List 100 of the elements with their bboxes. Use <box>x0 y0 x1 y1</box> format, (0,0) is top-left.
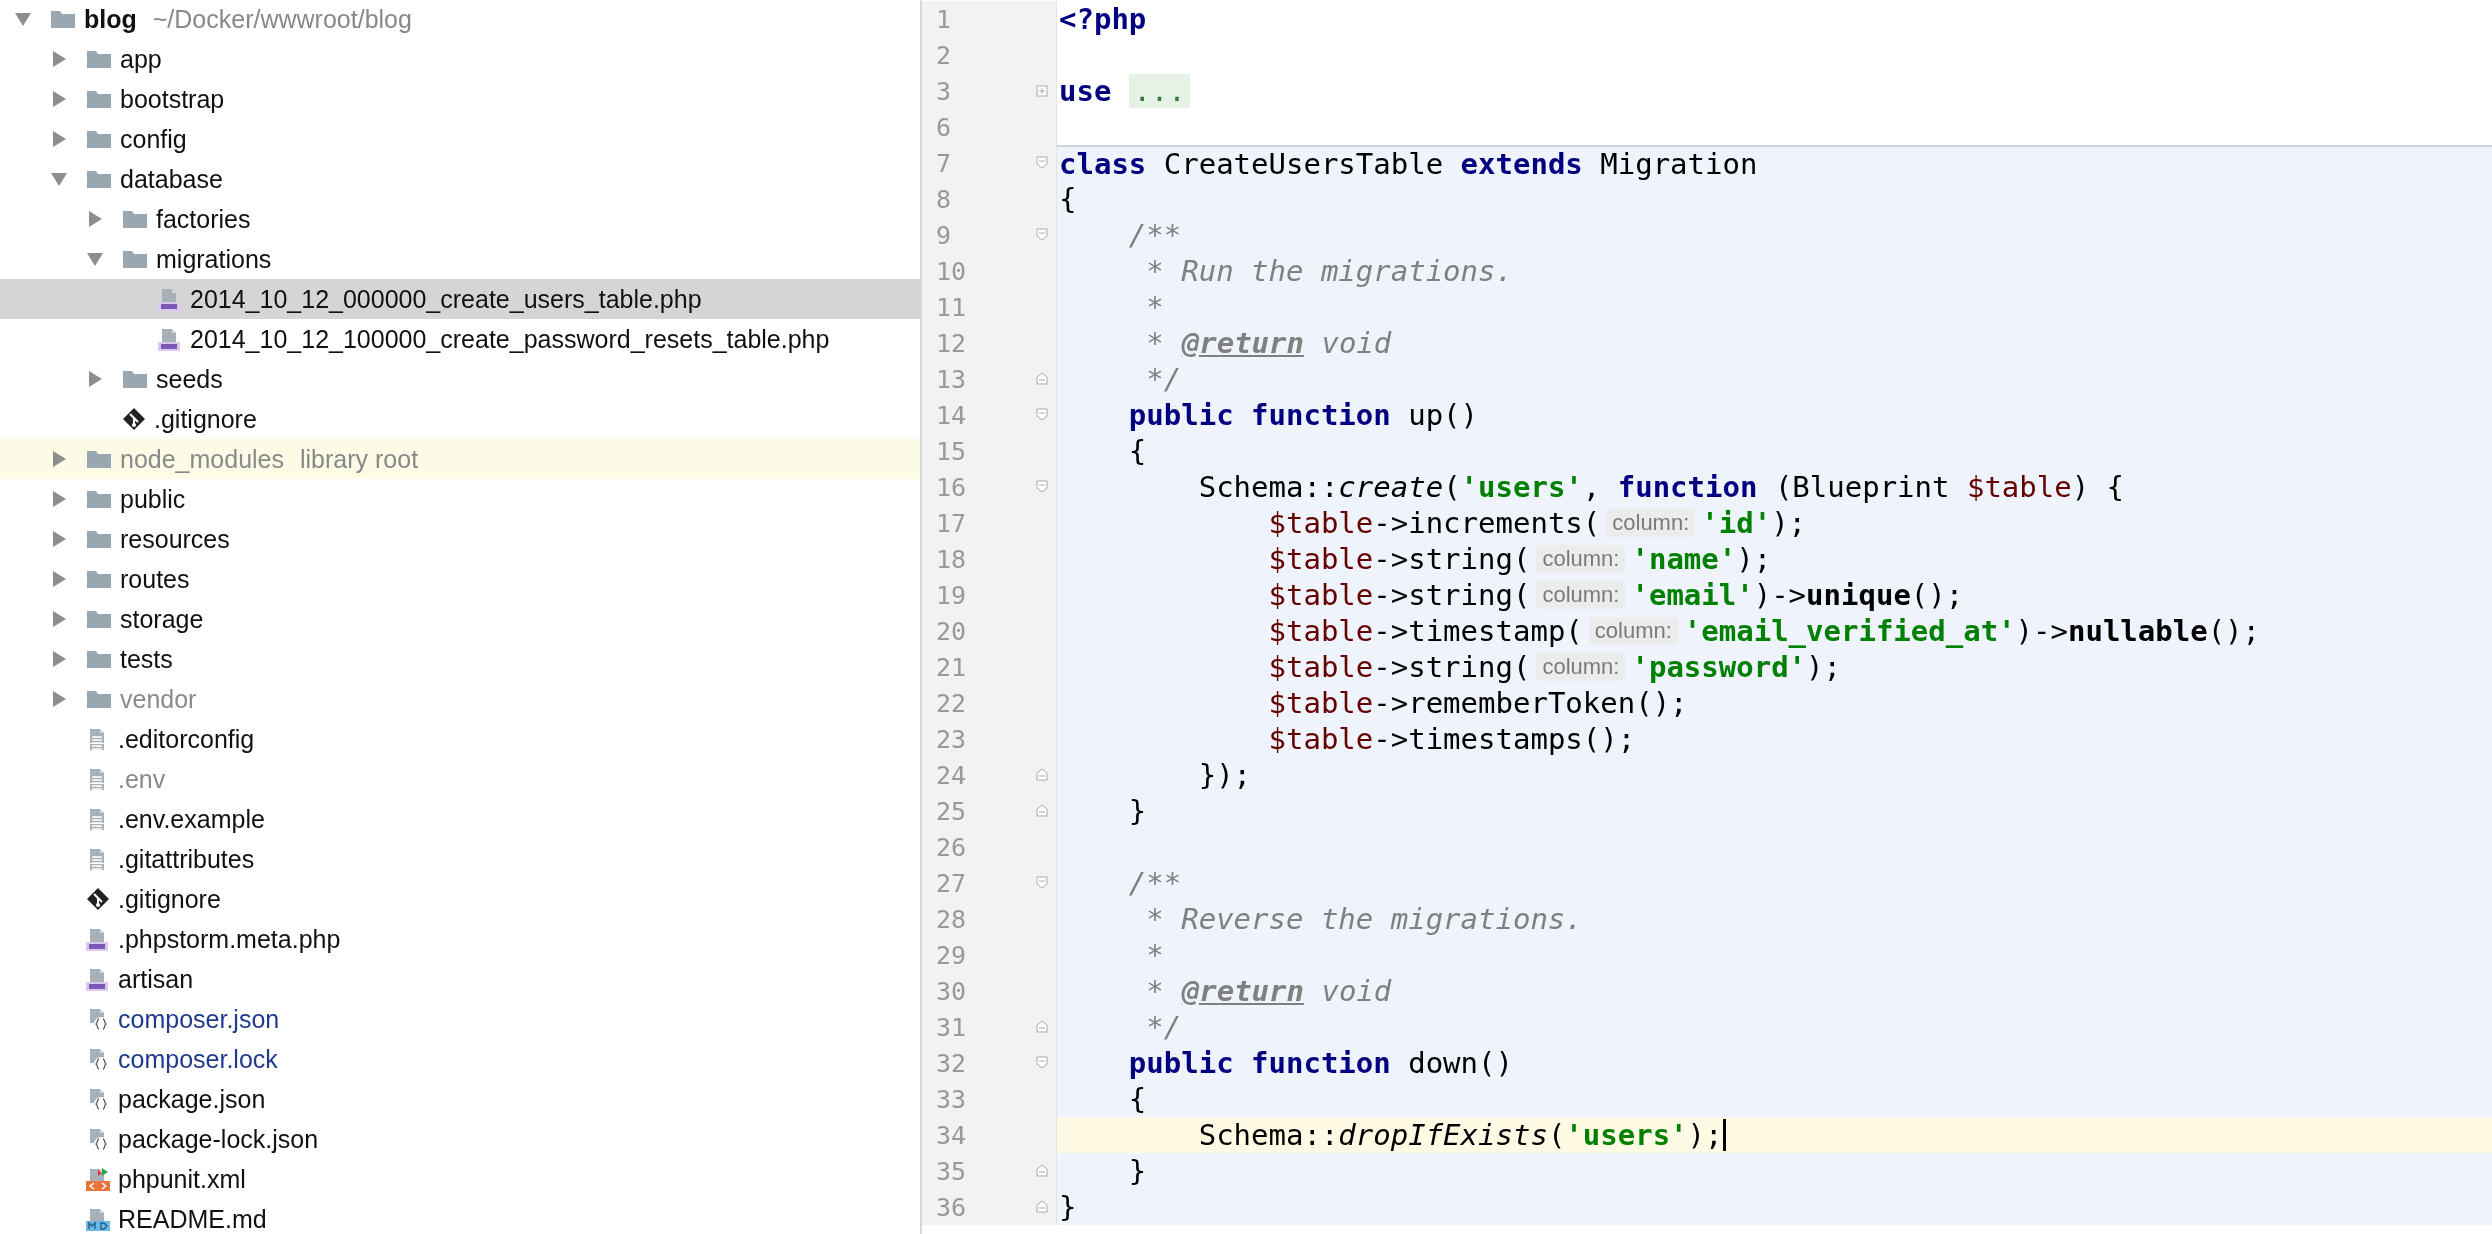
tree-row[interactable]: resources <box>0 519 920 559</box>
file-name[interactable]: package.json <box>118 1084 266 1114</box>
expanded-arrow-icon[interactable] <box>14 10 32 28</box>
tree-row[interactable]: database <box>0 159 920 199</box>
tree-row[interactable]: 2014_10_12_100000_create_password_resets_table.php <box>0 319 920 359</box>
line-number: 20 <box>935 616 968 646</box>
file-name[interactable]: public <box>120 484 186 514</box>
collapsed-arrow-icon[interactable] <box>50 450 68 468</box>
tree-row[interactable]: public <box>0 479 920 519</box>
fold-marker-icon[interactable] <box>1036 408 1048 422</box>
line-number: 8 <box>935 184 953 214</box>
tree-row[interactable]: factories <box>0 199 920 239</box>
file-name[interactable]: database <box>120 164 223 194</box>
parameter-hint: column: <box>1536 581 1626 609</box>
collapsed-arrow-icon[interactable] <box>50 570 68 588</box>
tree-row[interactable]: package.json <box>0 1079 920 1119</box>
line-number: 23 <box>935 724 968 754</box>
tree-row[interactable]: config <box>0 119 920 159</box>
fold-end-icon[interactable] <box>1036 804 1048 818</box>
tree-row[interactable]: blog ~/Docker/wwwroot/blog <box>0 0 920 39</box>
line-number: 34 <box>935 1120 968 1150</box>
fold-marker-icon[interactable] <box>1036 228 1048 242</box>
file-name[interactable]: package-lock.json <box>118 1124 319 1154</box>
file-name[interactable]: .phpstorm.meta.php <box>118 924 341 954</box>
tree-row[interactable]: tests <box>0 639 920 679</box>
fold-end-icon[interactable] <box>1036 768 1048 782</box>
collapsed-arrow-icon[interactable] <box>50 530 68 548</box>
tree-row[interactable]: .gitignore <box>0 399 920 439</box>
php-file-icon <box>86 967 110 991</box>
fold-end-icon[interactable] <box>1036 1200 1048 1214</box>
file-name[interactable]: composer.json <box>118 1004 280 1034</box>
tree-row[interactable]: app <box>0 39 920 79</box>
path-hint: ~/Docker/wwwroot/blog <box>152 4 412 34</box>
fold-marker-icon[interactable] <box>1036 156 1048 170</box>
collapsed-arrow-icon[interactable] <box>50 50 68 68</box>
file-name[interactable]: README.md <box>118 1204 267 1234</box>
file-name[interactable]: .editorconfig <box>118 724 255 754</box>
file-name[interactable]: 2014_10_12_100000_create_password_resets_table.php <box>190 324 830 354</box>
tree-row[interactable]: README.md <box>0 1199 920 1234</box>
file-name[interactable]: storage <box>120 604 204 634</box>
collapsed-arrow-icon[interactable] <box>86 210 104 228</box>
line-number: 22 <box>935 688 968 718</box>
file-name[interactable]: blog <box>84 4 137 34</box>
collapsed-arrow-icon[interactable] <box>50 690 68 708</box>
expand-icon[interactable] <box>1036 84 1048 98</box>
tree-row[interactable]: storage <box>0 599 920 639</box>
file-name[interactable]: .env.example <box>118 804 265 834</box>
file-name[interactable]: resources <box>120 524 230 554</box>
collapsed-arrow-icon[interactable] <box>50 90 68 108</box>
tree-row[interactable]: phpunit.xml <box>0 1159 920 1199</box>
php-file-icon <box>158 287 182 311</box>
tree-row[interactable]: .gitignore <box>0 879 920 919</box>
tree-row[interactable]: .editorconfig <box>0 719 920 759</box>
file-name[interactable]: seeds <box>156 364 223 394</box>
file-name[interactable]: config <box>120 124 187 154</box>
tree-row[interactable]: .phpstorm.meta.php <box>0 919 920 959</box>
tree-row[interactable]: package-lock.json <box>0 1119 920 1159</box>
fold-end-icon[interactable] <box>1036 372 1048 386</box>
file-name[interactable]: artisan <box>118 964 194 994</box>
git-file-icon <box>122 407 146 431</box>
file-name[interactable]: phpunit.xml <box>118 1164 246 1194</box>
folded-code[interactable]: ... <box>1129 74 1190 108</box>
tree-row[interactable]: routes <box>0 559 920 599</box>
file-name[interactable]: routes <box>120 564 190 594</box>
fold-marker-icon[interactable] <box>1036 876 1048 890</box>
tree-row[interactable]: artisan <box>0 959 920 999</box>
file-name[interactable]: migrations <box>156 244 272 274</box>
collapsed-arrow-icon[interactable] <box>50 650 68 668</box>
file-name[interactable]: factories <box>156 204 251 234</box>
file-name[interactable]: tests <box>120 644 173 674</box>
collapsed-arrow-icon[interactable] <box>86 370 104 388</box>
fold-end-icon[interactable] <box>1036 1020 1048 1034</box>
tree-row[interactable]: seeds <box>0 359 920 399</box>
tree-row[interactable]: bootstrap <box>0 79 920 119</box>
line-number: 27 <box>935 868 968 898</box>
line-number: 33 <box>935 1084 968 1114</box>
expanded-arrow-icon[interactable] <box>50 170 68 188</box>
tree-row[interactable]: composer.lock <box>0 1039 920 1079</box>
collapsed-arrow-icon[interactable] <box>50 130 68 148</box>
line-number: 26 <box>935 832 968 862</box>
file-name[interactable]: .gitignore <box>154 404 257 434</box>
tree-row[interactable]: migrations <box>0 239 920 279</box>
expanded-arrow-icon[interactable] <box>86 250 104 268</box>
file-name[interactable]: .gitignore <box>118 884 221 914</box>
file-name[interactable]: .gitattributes <box>118 844 255 874</box>
file-name[interactable]: bootstrap <box>120 84 225 114</box>
tree-row[interactable]: .gitattributes <box>0 839 920 879</box>
fold-end-icon[interactable] <box>1036 1164 1048 1178</box>
file-name[interactable]: composer.lock <box>118 1044 278 1074</box>
collapsed-arrow-icon[interactable] <box>50 610 68 628</box>
line-number: 16 <box>935 472 968 502</box>
tree-row[interactable]: .env.example <box>0 799 920 839</box>
tree-row[interactable]: composer.json <box>0 999 920 1039</box>
collapsed-arrow-icon[interactable] <box>50 490 68 508</box>
fold-marker-icon[interactable] <box>1036 1056 1048 1070</box>
tree-row[interactable]: 2014_10_12_000000_create_users_table.php <box>0 279 920 319</box>
file-name[interactable]: app <box>120 44 162 74</box>
fold-marker-icon[interactable] <box>1036 480 1048 494</box>
code-line: use ... <box>1057 73 2492 109</box>
file-name[interactable]: 2014_10_12_000000_create_users_table.php <box>190 284 702 314</box>
